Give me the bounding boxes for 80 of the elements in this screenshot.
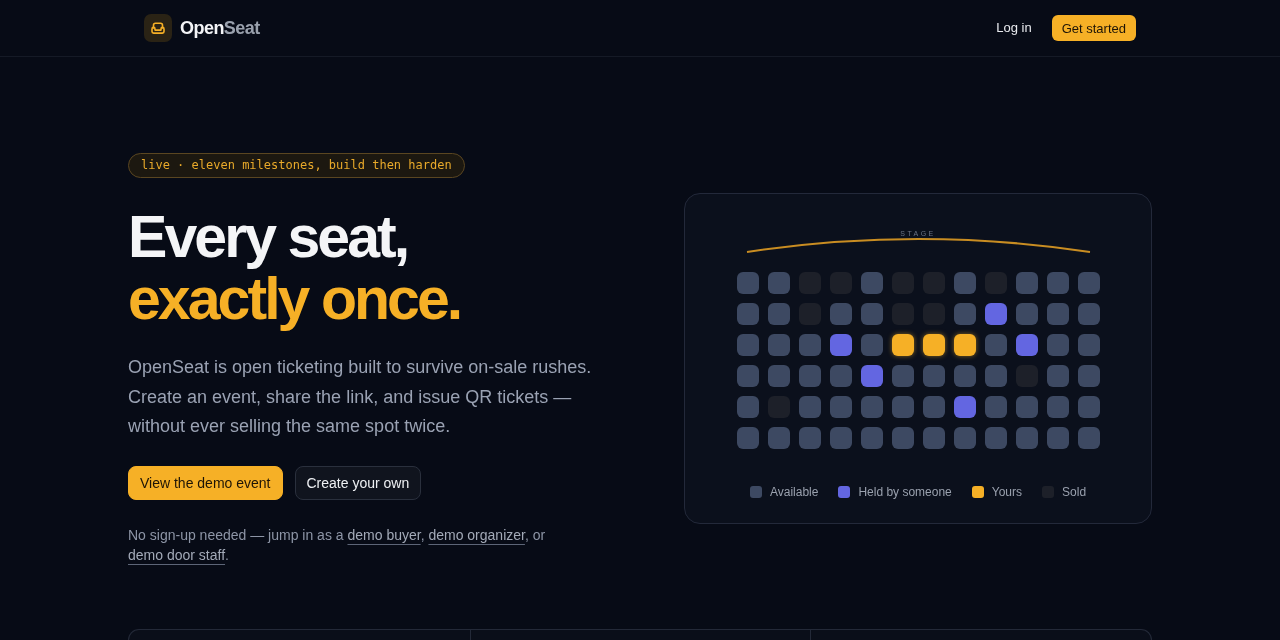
seat <box>829 303 852 326</box>
seat <box>860 272 883 295</box>
demo-note: No sign-up needed — jump in as a demo buyer, demo organizer, or demo door staff. <box>128 525 547 565</box>
login-link[interactable]: Log in <box>996 20 1032 36</box>
seat <box>1077 334 1100 357</box>
seat <box>767 427 790 450</box>
seat <box>736 427 759 450</box>
legend-label: Available <box>769 484 819 501</box>
seat <box>891 365 914 388</box>
seat <box>860 396 883 419</box>
seat <box>953 396 976 419</box>
sofa-icon[interactable] <box>144 14 172 42</box>
demo-link[interactable]: demo organizer <box>428 526 525 543</box>
legend-label: Yours <box>991 484 1023 501</box>
status-badge: live · eleven milestones, build then harden <box>128 153 465 178</box>
seat <box>736 272 759 295</box>
seat <box>922 365 945 388</box>
headline-text: exactly once. <box>128 268 461 330</box>
seat <box>1046 303 1069 326</box>
demo-link[interactable]: demo door staff <box>128 546 226 563</box>
seat <box>860 365 883 388</box>
logo-wordmark[interactable]: OpenSeat <box>180 17 260 39</box>
seat <box>798 365 821 388</box>
seat <box>891 427 914 450</box>
seat <box>922 334 945 357</box>
seat <box>953 303 976 326</box>
seat <box>953 427 976 450</box>
seat <box>1077 365 1100 388</box>
create-event-button[interactable]: Create your own <box>294 465 422 500</box>
seat <box>767 365 790 388</box>
seat <box>891 396 914 419</box>
seat <box>1077 272 1100 295</box>
seat <box>736 334 759 357</box>
headline-text: Every seat, <box>128 206 409 268</box>
seat <box>953 365 976 388</box>
seat <box>1077 427 1100 450</box>
seat <box>860 334 883 357</box>
seat <box>1046 365 1069 388</box>
legend-label: Sold <box>1062 484 1087 501</box>
seat <box>736 365 759 388</box>
seat <box>1015 272 1038 295</box>
seat <box>798 427 821 450</box>
seat <box>953 272 976 295</box>
seat <box>1046 427 1069 450</box>
demo-link[interactable]: demo buyer <box>347 526 421 543</box>
seat <box>829 427 852 450</box>
demo-event-button[interactable]: View the demo event <box>128 465 283 500</box>
seat <box>1015 334 1038 357</box>
legend-label: Held by someone <box>858 484 952 501</box>
get-started-button[interactable]: Get started <box>1051 15 1136 41</box>
seat <box>922 396 945 419</box>
seat <box>829 334 852 357</box>
seat <box>767 334 790 357</box>
seat <box>1077 396 1100 419</box>
seat <box>1015 396 1038 419</box>
seat <box>860 303 883 326</box>
seat <box>1015 427 1038 450</box>
seat <box>736 396 759 419</box>
seat <box>829 396 852 419</box>
seat <box>984 334 1007 357</box>
seat <box>953 334 976 357</box>
hero-description: OpenSeat is open ticketing built to survive on-sale rushes. Create an event, share the link, and issue QR tickets — without ever selling the same spot twice. <box>128 356 593 438</box>
seat <box>1046 272 1069 295</box>
seat <box>860 427 883 450</box>
seat <box>736 303 759 326</box>
seat <box>1077 303 1100 326</box>
seat <box>798 396 821 419</box>
seat <box>767 303 790 326</box>
seat <box>891 334 914 357</box>
seat <box>984 427 1007 450</box>
seat <box>767 272 790 295</box>
seat <box>1046 334 1069 357</box>
seat <box>1046 396 1069 419</box>
seat <box>1015 303 1038 326</box>
seat <box>984 396 1007 419</box>
seat <box>829 365 852 388</box>
seat <box>984 365 1007 388</box>
seat <box>798 334 821 357</box>
seat <box>922 427 945 450</box>
seat <box>984 303 1007 326</box>
